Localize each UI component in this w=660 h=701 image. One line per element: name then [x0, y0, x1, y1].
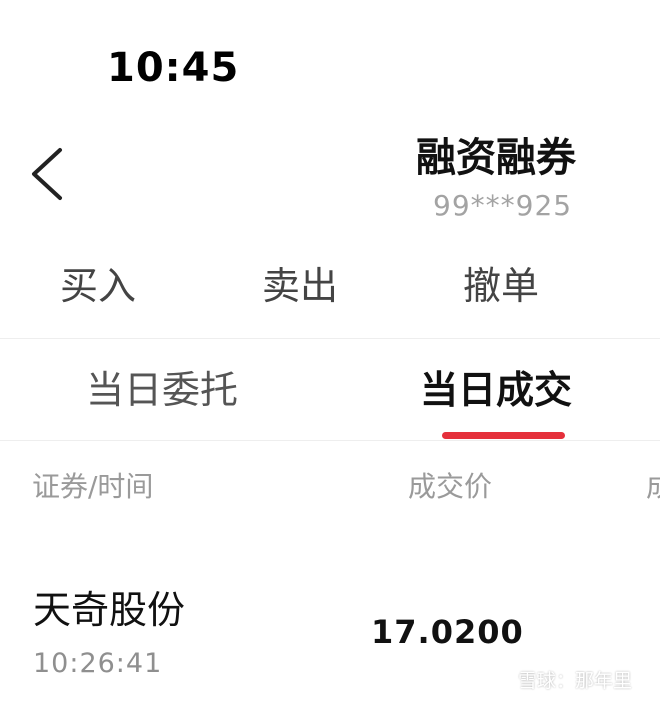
tab-today-trades[interactable]: 当日成交 — [420, 366, 572, 414]
tab-sell[interactable]: 卖出 — [262, 262, 338, 310]
chevron-left-icon — [32, 148, 62, 200]
back-button[interactable] — [22, 138, 78, 210]
watermark-text: 雪球：那年里 — [518, 670, 633, 692]
tab-today-orders[interactable]: 当日委托 — [86, 366, 238, 414]
account-number: 99***925 — [433, 189, 573, 222]
snowball-logo-icon — [493, 671, 513, 691]
page-title: 融资融券 — [416, 135, 576, 181]
tab-buy[interactable]: 买入 — [60, 262, 136, 310]
trade-price: 17.0200 — [371, 613, 524, 651]
tab-cancel-order[interactable]: 撤单 — [463, 262, 539, 310]
status-bar-time: 10:45 — [107, 45, 240, 91]
trade-time: 10:26:41 — [33, 648, 163, 679]
column-header-security-time: 证券/时间 — [32, 470, 154, 503]
divider — [0, 440, 660, 441]
column-header-trade-price: 成交价 — [408, 470, 493, 503]
divider — [0, 338, 660, 339]
active-tab-indicator — [442, 432, 565, 439]
column-header-truncated: 成 — [646, 470, 660, 504]
security-name: 天奇股份 — [33, 588, 186, 632]
watermark: 雪球：那年里 — [492, 668, 632, 694]
